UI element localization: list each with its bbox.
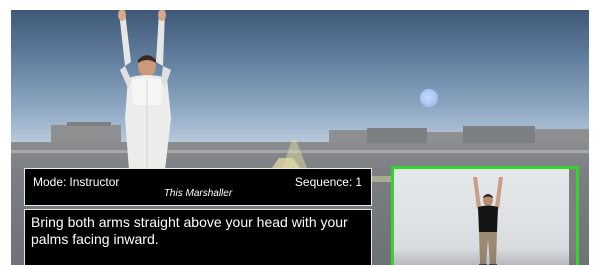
marshaller-avatar [118, 10, 171, 170]
sun-icon [420, 89, 438, 107]
webcam-floor-shadow [394, 249, 576, 265]
instruction-panel: Bring both arms straight above your head… [24, 209, 372, 265]
sequence-label: Sequence: [294, 175, 353, 189]
training-app-window: Mode: Instructor Sequence: 1 This Marshall… [0, 0, 599, 265]
status-info-panel: Mode: Instructor Sequence: 1 This Marshall… [24, 168, 372, 206]
webcam-feed [391, 166, 579, 265]
mode-value: Instructor [69, 175, 120, 189]
mode-label: Mode: [33, 175, 67, 189]
sequence-indicator: Sequence: 1 [295, 175, 362, 189]
mode-indicator: Mode: Instructor [33, 175, 119, 189]
signal-title: This Marshaller [163, 188, 233, 199]
sequence-value: 1 [355, 175, 362, 189]
instruction-text: Bring both arms straight above your head… [31, 214, 348, 247]
